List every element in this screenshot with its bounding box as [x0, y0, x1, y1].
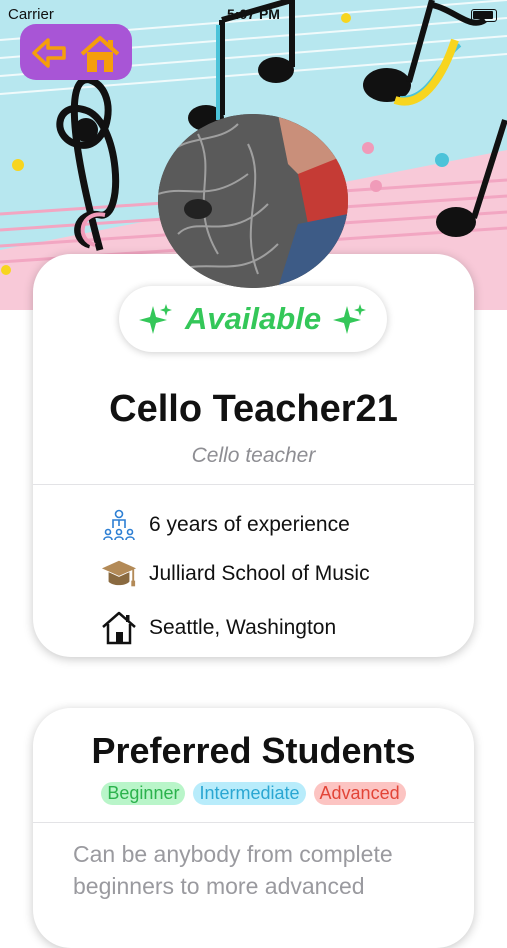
house-icon	[101, 610, 137, 646]
back-button[interactable]	[28, 32, 70, 74]
school-label: Julliard School of Music	[149, 562, 370, 585]
preferred-students-card: Preferred Students Beginner Intermediate…	[33, 708, 474, 948]
tag-intermediate: Intermediate	[193, 782, 306, 805]
teacher-role: Cello teacher	[191, 444, 316, 467]
location-row: Seattle, Washington	[101, 610, 336, 646]
profile-photo	[158, 114, 348, 288]
experience-row: 6 years of experience	[101, 507, 350, 543]
location-label: Seattle, Washington	[149, 616, 337, 639]
home-button[interactable]	[78, 32, 120, 74]
nav-button-group	[20, 24, 132, 80]
divider	[33, 822, 474, 823]
experience-label: 6 years of experience	[149, 513, 350, 536]
sparkles-icon	[138, 304, 172, 334]
house-icon	[80, 36, 120, 72]
availability-label: Available	[184, 301, 322, 336]
divider	[33, 484, 474, 485]
school-row: Julliard School of Music	[101, 556, 370, 592]
teacher-students-icon	[101, 507, 137, 543]
status-bar: Carrier 5:07 PM	[0, 4, 507, 24]
clock: 5:07 PM	[227, 6, 280, 22]
profile-card: Available Cello Teacher21 Cello teacher	[33, 254, 474, 657]
availability-badge: Available	[119, 286, 387, 352]
sparkles-icon	[333, 304, 367, 334]
battery-icon	[471, 9, 497, 22]
preferred-description: Can be anybody from complete beginners t…	[73, 841, 393, 899]
section-title: Preferred Students	[91, 730, 416, 771]
teacher-name: Cello Teacher21	[109, 388, 398, 430]
student-level-tags: Beginner Intermediate Advanced	[33, 782, 474, 805]
graduation-cap-icon	[101, 556, 137, 592]
tag-advanced: Advanced	[313, 782, 406, 805]
tag-beginner: Beginner	[101, 782, 186, 805]
arrow-left-icon	[32, 38, 66, 68]
